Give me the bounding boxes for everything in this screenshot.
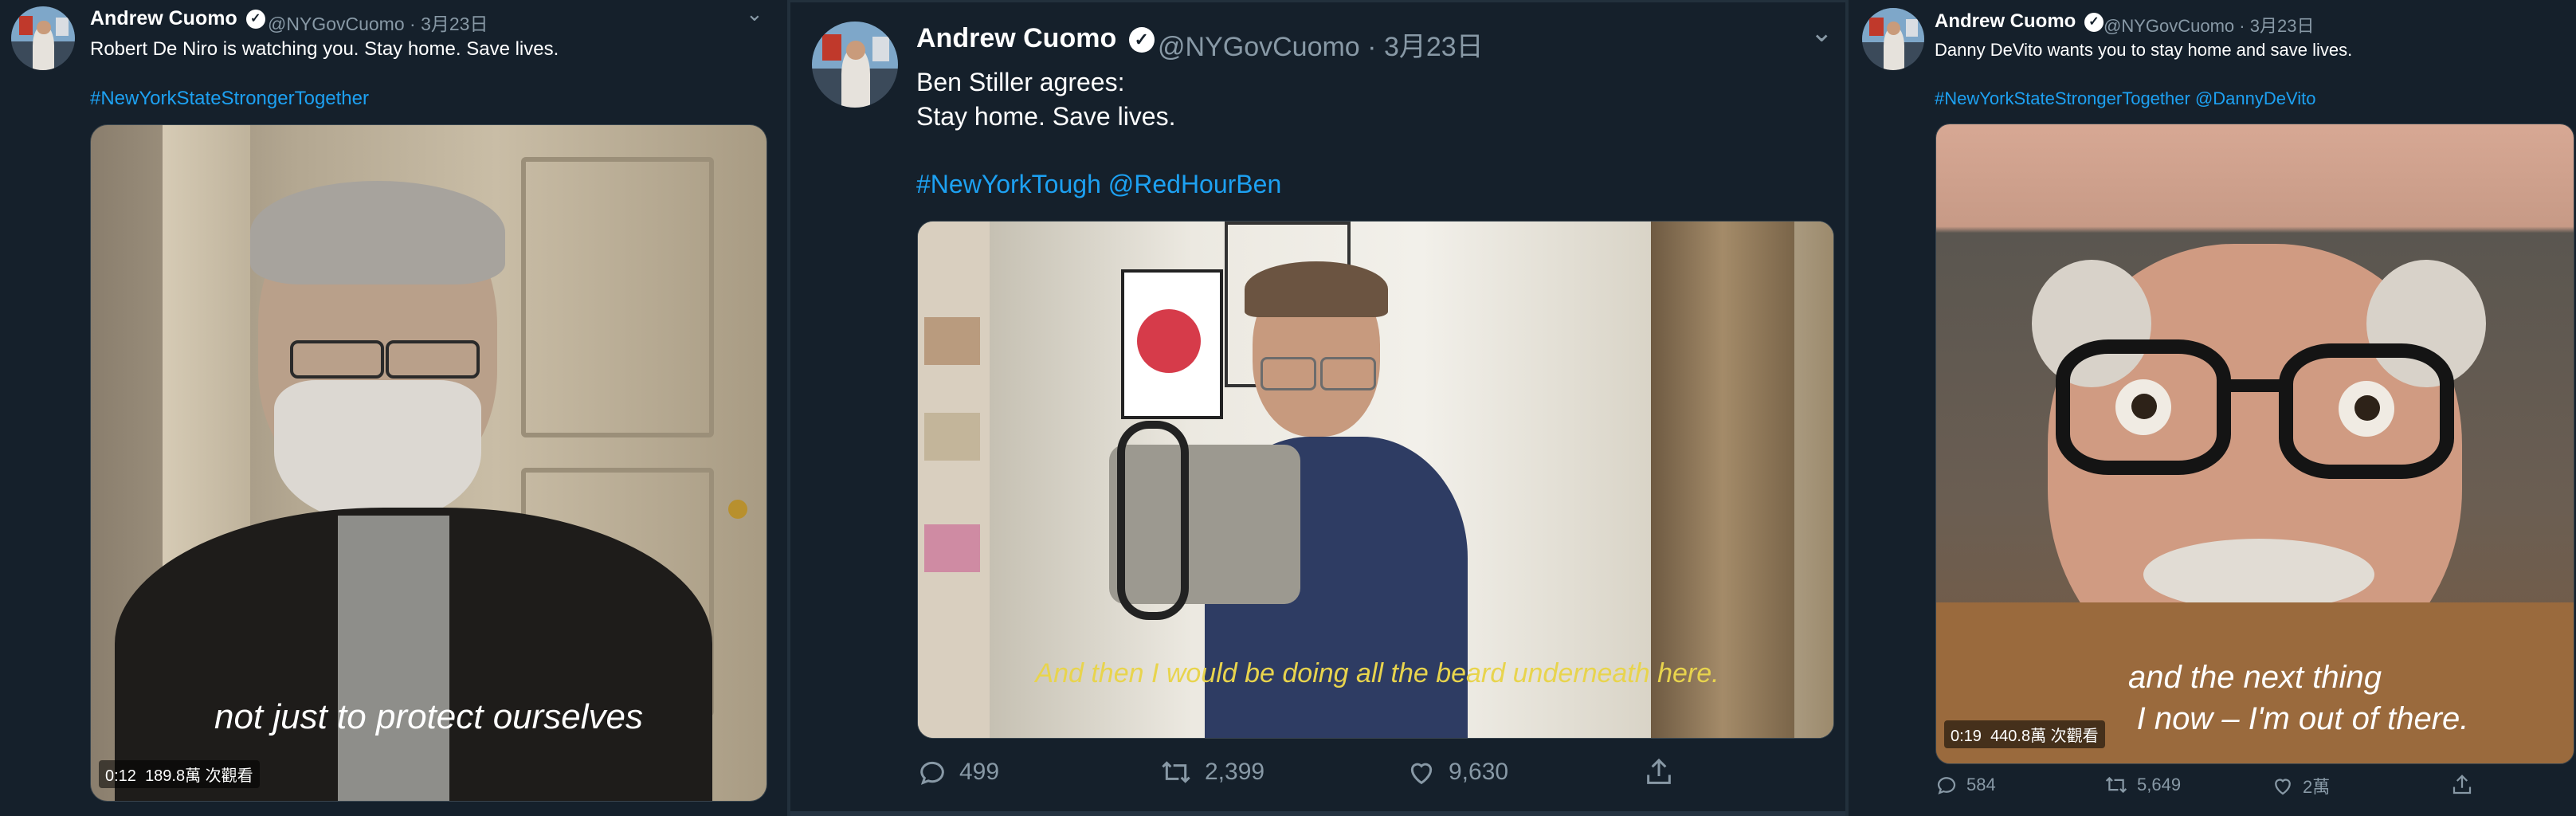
verified-badge-icon [2084,12,2104,32]
tweet-panel-devito: Andrew Cuomo @NYGovCuomo · 3月23日 Danny D… [1849,0,2576,816]
video-time-views: 0:19 440.8萬 次觀看 [1944,720,2105,748]
video-caption: not just to protect ourselves [214,697,644,736]
like-icon [1410,763,1433,785]
share-button[interactable] [1643,756,1675,788]
share-button[interactable] [2450,773,2474,797]
reply-count: 499 [959,759,1000,785]
like-count: 9,630 [1449,759,1509,785]
tweet-hashtags[interactable]: #NewYorkTough @RedHourBen [916,170,1281,199]
reply-icon [1937,777,1956,794]
retweet-button[interactable]: 5,649 [2104,773,2181,797]
tweet-text-line-2: Stay home. Save lives. [916,102,1176,131]
tweet-text-line-1: Ben Stiller agrees: [916,68,1125,96]
tweet-text: Danny DeVito wants you to stay home and … [1935,40,2353,60]
share-icon [1647,758,1671,784]
retweet-count: 2,399 [1205,759,1265,785]
chevron-down-icon[interactable]: ⌄ [746,2,763,26]
reply-count: 584 [1966,775,1996,794]
tweet-date[interactable]: · 3月23日 [410,14,488,34]
retweet-icon [1162,761,1190,783]
video-player[interactable]: and the next thing I now – I'm out of th… [1935,124,2574,764]
chevron-down-icon[interactable]: ⌄ [1810,17,1833,49]
share-icon [2452,775,2472,794]
author-name[interactable]: Andrew Cuomo [90,7,265,30]
video-player[interactable]: And then I would be doing all the beard … [917,221,1834,739]
author-handle[interactable]: @NYGovCuomo · 3月23日 [268,9,488,36]
tweet-panel-stiller: Andrew Cuomo @NYGovCuomo · 3月23日 ⌄ Ben S… [790,0,1849,816]
tweet-date[interactable]: · 3月23日 [2239,16,2314,36]
author-name[interactable]: Andrew Cuomo [1935,10,2104,33]
author-handle[interactable]: @NYGovCuomo · 3月23日 [1158,25,1484,64]
video-caption-line-1: and the next thing [2127,660,2382,695]
reply-button[interactable]: 584 [1935,773,1996,797]
tweet-date[interactable]: · 3月23日 [1367,32,1484,62]
tweet-panel-de-niro: Andrew Cuomo @NYGovCuomo · 3月23日 ⌄ Rober… [0,0,790,816]
video-player[interactable]: not just to protect ourselves 0:12 189.8… [90,124,767,802]
like-button[interactable]: 2萬 [2271,773,2330,798]
tweet-text: Robert De Niro is watching you. Stay hom… [90,38,559,60]
author-name[interactable]: Andrew Cuomo [916,23,1155,54]
retweet-count: 5,649 [2137,775,2182,794]
author-handle[interactable]: @NYGovCuomo · 3月23日 [2104,12,2314,37]
reply-button[interactable]: 499 [916,756,999,788]
video-time-views: 0:12 189.8萬 次觀看 [99,760,260,788]
reply-icon [920,761,944,785]
avatar[interactable] [11,6,75,70]
tweet-hashtags[interactable]: #NewYorkStateStrongerTogether [90,88,369,110]
retweet-icon [2105,776,2127,794]
like-icon [2275,779,2291,795]
verified-badge-icon [1128,27,1155,53]
like-button[interactable]: 9,630 [1406,756,1508,788]
tweet-hashtags[interactable]: #NewYorkStateStrongerTogether @DannyDeVi… [1935,88,2316,109]
avatar[interactable] [1862,8,1924,70]
like-count: 2萬 [2303,777,2331,797]
verified-badge-icon [245,10,265,29]
avatar[interactable] [812,22,898,108]
video-caption: And then I would be doing all the beard … [1035,658,1719,688]
retweet-button[interactable]: 2,399 [1159,756,1264,788]
